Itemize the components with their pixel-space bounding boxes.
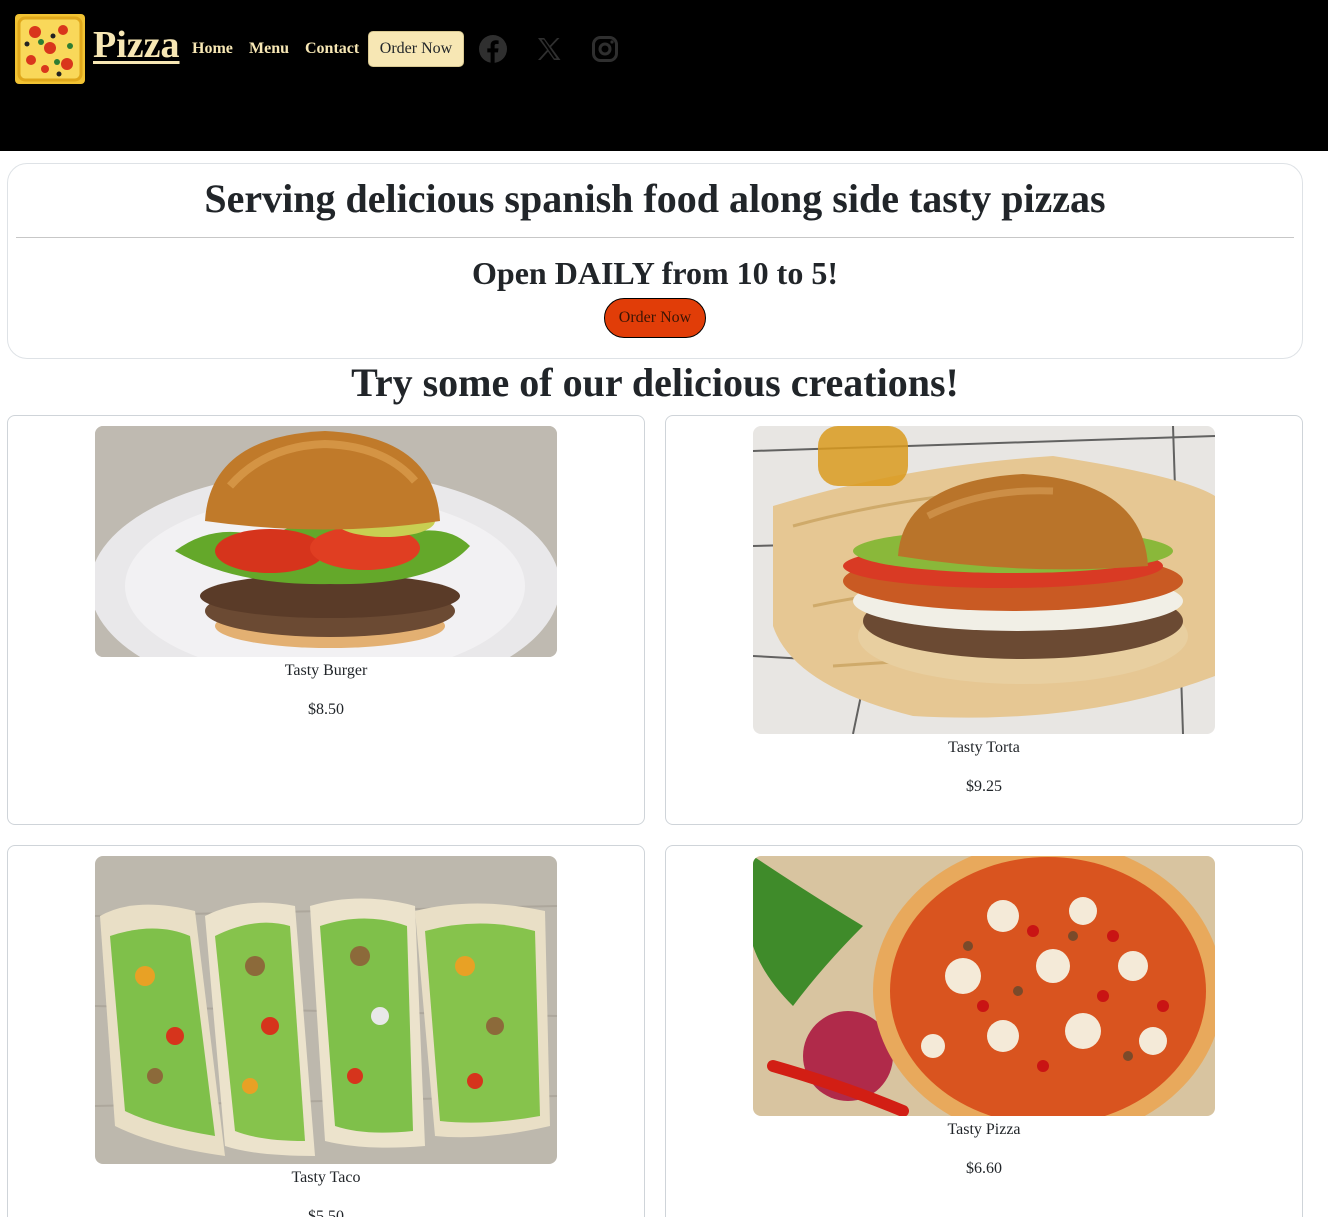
- taco-image: [95, 856, 557, 1164]
- nav-home-link[interactable]: Home: [192, 40, 233, 58]
- menu-item-name: Tasty Pizza: [947, 1121, 1021, 1138]
- menu-item-name: Tasty Torta: [948, 739, 1020, 756]
- hero-card: Serving delicious spanish food along sid…: [7, 163, 1303, 359]
- brand-link[interactable]: Pizza: [93, 22, 180, 68]
- menu-card-burger: Tasty Burger $8.50: [7, 415, 645, 825]
- hero-divider: [16, 237, 1294, 238]
- header-order-now-button[interactable]: Order Now: [368, 31, 464, 67]
- navbar: Pizza Home Menu Contact Order Now: [0, 0, 1328, 151]
- menu-card-pizza: Tasty Pizza $6.60: [665, 845, 1303, 1217]
- x-icon[interactable]: [534, 34, 564, 64]
- hours-text: Open DAILY from 10 to 5!: [472, 255, 838, 291]
- menu-card-taco: Tasty Taco $5.50: [7, 845, 645, 1217]
- menu-item-price: $5.50: [308, 1208, 344, 1217]
- torta-image: [753, 426, 1215, 734]
- menu-item-price: $9.25: [966, 778, 1002, 795]
- menu-item-price: $6.60: [966, 1160, 1002, 1177]
- menu-item-name: Tasty Burger: [284, 662, 368, 679]
- hero-title: Serving delicious spanish food along sid…: [204, 176, 1106, 221]
- burger-image: [95, 426, 557, 657]
- menu-item-name: Tasty Taco: [291, 1169, 361, 1186]
- menu-card-torta: Tasty Torta $9.25: [665, 415, 1303, 825]
- hero-order-now-button[interactable]: Order Now: [604, 298, 706, 338]
- instagram-icon[interactable]: [590, 34, 620, 64]
- menu-heading: Try some of our delicious creations!: [351, 360, 959, 405]
- facebook-icon[interactable]: [478, 34, 508, 64]
- pizza-logo-image[interactable]: [15, 14, 85, 84]
- nav-menu-link[interactable]: Menu: [249, 40, 289, 58]
- pizza-image: [753, 856, 1215, 1116]
- nav-contact-link[interactable]: Contact: [305, 40, 359, 58]
- menu-item-price: $8.50: [308, 701, 344, 718]
